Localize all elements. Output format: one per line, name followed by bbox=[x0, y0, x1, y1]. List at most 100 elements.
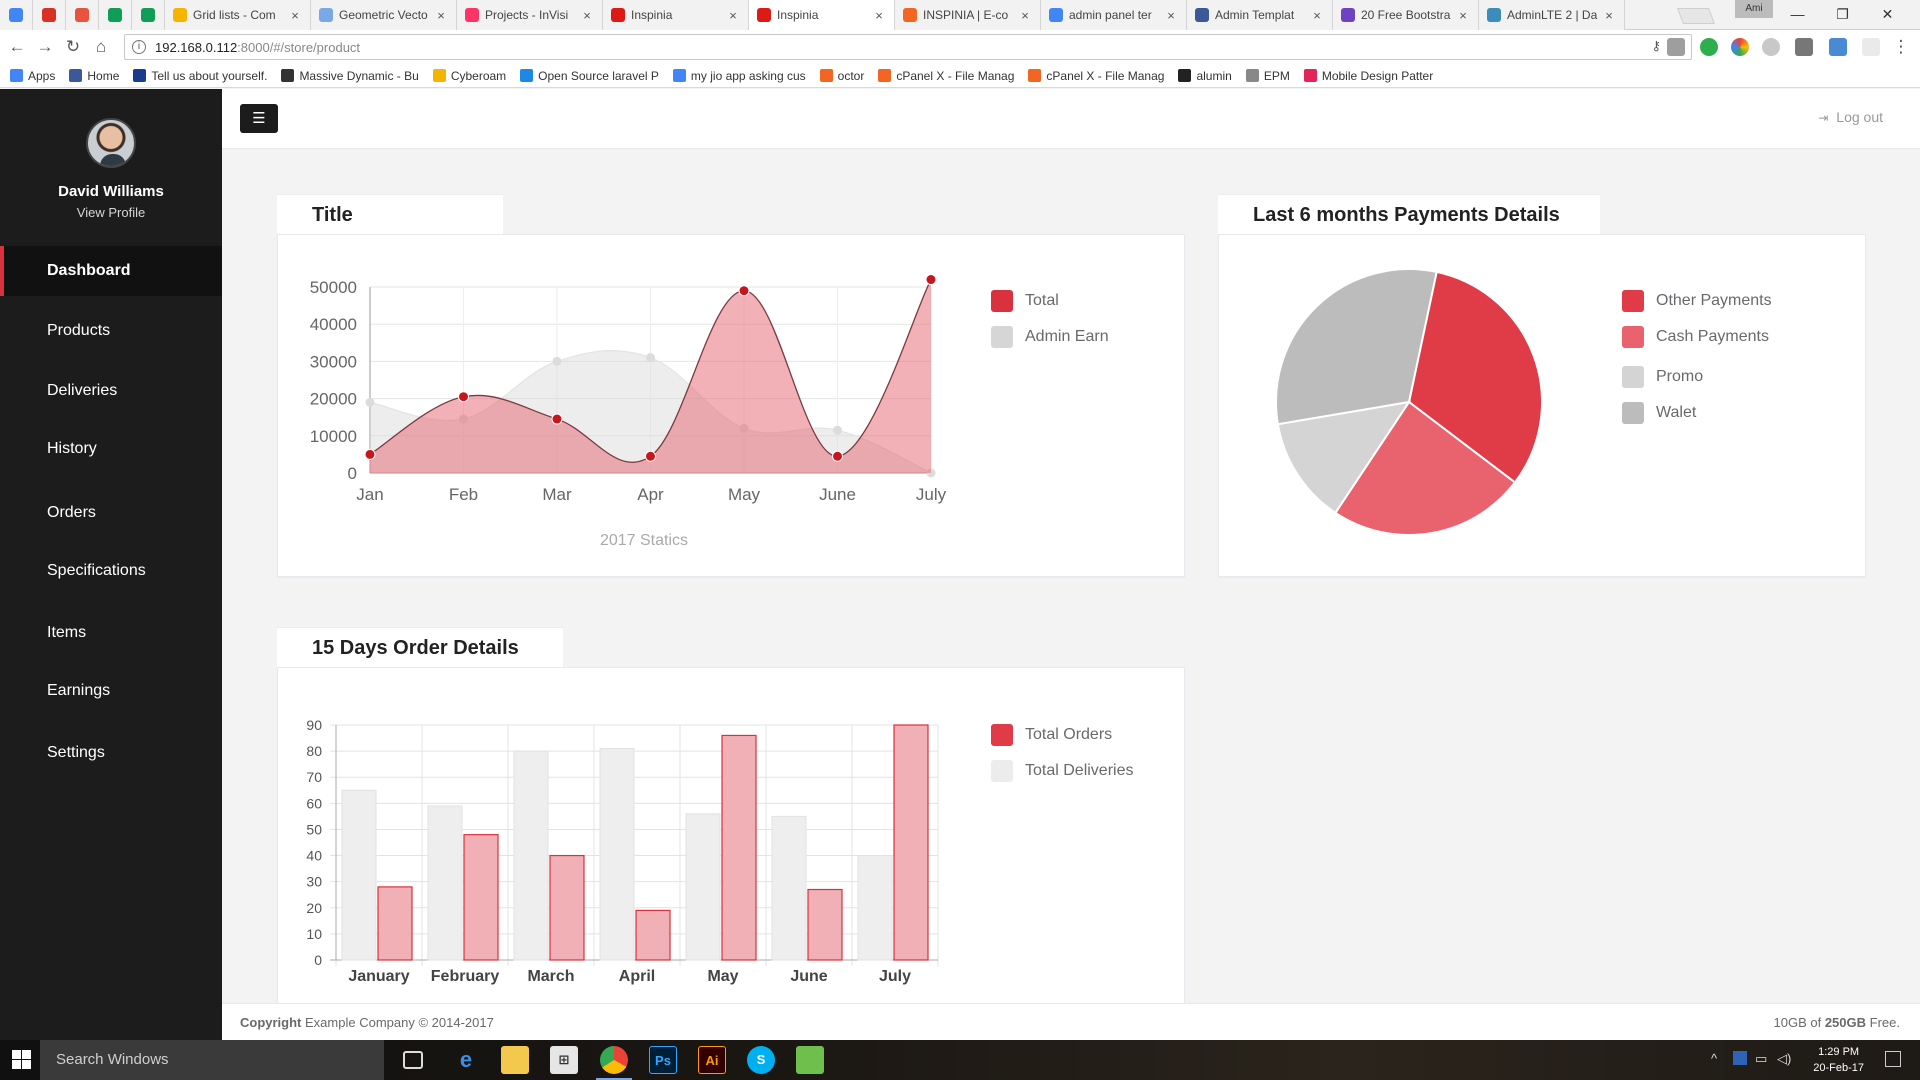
tab-close-icon[interactable]: × bbox=[726, 8, 740, 23]
view-profile-link[interactable]: View Profile bbox=[0, 205, 222, 220]
bookmark-favicon-icon bbox=[69, 69, 83, 82]
tab-close-icon[interactable]: × bbox=[580, 8, 594, 23]
minimize-icon[interactable]: — bbox=[1775, 0, 1820, 28]
bookmark-item[interactable]: alumin bbox=[1178, 69, 1232, 83]
area-legend-item[interactable]: Total bbox=[991, 290, 1059, 312]
bookmark-item[interactable]: my jio app asking cus bbox=[672, 69, 806, 83]
illustrator-icon[interactable]: Ai bbox=[698, 1046, 726, 1074]
url-input[interactable]: i 192.168.0.112:8000/#/store/product ⚷ ☆ bbox=[124, 34, 1692, 60]
sheets-app-icon[interactable] bbox=[796, 1046, 824, 1074]
browser-tab[interactable] bbox=[66, 0, 99, 30]
pie-legend-item[interactable]: Promo bbox=[1622, 366, 1703, 388]
skype-icon[interactable]: S bbox=[747, 1046, 775, 1074]
notifications-icon[interactable] bbox=[1885, 1051, 1901, 1067]
tab-close-icon[interactable]: × bbox=[1456, 8, 1470, 23]
browser-tab[interactable]: Geometric Vecto × bbox=[311, 0, 457, 30]
flag-tray-icon[interactable] bbox=[1733, 1051, 1747, 1065]
tab-close-icon[interactable]: × bbox=[434, 8, 448, 23]
forward-icon[interactable]: → bbox=[34, 36, 56, 58]
tab-close-icon[interactable]: × bbox=[1018, 8, 1032, 23]
tab-close-icon[interactable]: × bbox=[872, 8, 886, 23]
photoshop-icon[interactable]: Ps bbox=[649, 1046, 677, 1074]
store-icon[interactable]: ⊞ bbox=[550, 1046, 578, 1074]
menu-toggle-button[interactable]: ☰ bbox=[240, 104, 278, 133]
bookmark-item[interactable]: Massive Dynamic - Bu bbox=[281, 69, 419, 83]
bar-legend-item[interactable]: Total Deliveries bbox=[991, 760, 1133, 782]
pie-legend-item[interactable]: Cash Payments bbox=[1622, 326, 1769, 348]
bookmark-item[interactable]: Tell us about yourself. bbox=[133, 69, 267, 83]
edge-icon[interactable]: e bbox=[452, 1046, 480, 1074]
camera-extension-icon[interactable] bbox=[1667, 38, 1685, 56]
y-tick-label: 70 bbox=[306, 769, 322, 785]
close-window-icon[interactable]: ✕ bbox=[1865, 0, 1910, 28]
grammarly-extension-icon[interactable] bbox=[1700, 38, 1718, 56]
browser-tab[interactable]: admin panel ter × bbox=[1041, 0, 1187, 30]
tab-close-icon[interactable]: × bbox=[1310, 8, 1324, 23]
pie-legend-item[interactable]: Walet bbox=[1622, 402, 1696, 424]
avatar[interactable] bbox=[86, 118, 136, 168]
area-legend-item[interactable]: Admin Earn bbox=[991, 326, 1109, 348]
bookmark-item[interactable]: cPanel X - File Manag bbox=[1028, 69, 1164, 83]
clock[interactable]: 1:29 PM 20-Feb-17 bbox=[1813, 1044, 1864, 1076]
bar-legend-item[interactable]: Total Orders bbox=[991, 724, 1112, 746]
key-icon[interactable]: ⚷ bbox=[1651, 38, 1661, 54]
tray-expand-icon[interactable]: ^ bbox=[1711, 1051, 1717, 1066]
browser-tab[interactable]: Projects - InVisi × bbox=[457, 0, 603, 30]
browser-tab[interactable]: AdminLTE 2 | Da × bbox=[1479, 0, 1625, 30]
site-info-icon[interactable]: i bbox=[132, 40, 146, 54]
sidebar-item-deliveries[interactable]: Deliveries bbox=[0, 366, 222, 416]
file-explorer-icon[interactable] bbox=[501, 1046, 529, 1074]
network-icon[interactable]: ▭ bbox=[1755, 1051, 1767, 1067]
browser-tab[interactable]: Inspinia × bbox=[603, 0, 749, 30]
browser-tab[interactable]: INSPINIA | E-co × bbox=[895, 0, 1041, 30]
pie-legend-item[interactable]: Other Payments bbox=[1622, 290, 1772, 312]
browser-tab[interactable] bbox=[33, 0, 66, 30]
browser-tab[interactable] bbox=[132, 0, 165, 30]
task-view-icon[interactable] bbox=[403, 1051, 423, 1069]
chrome-icon[interactable] bbox=[600, 1046, 628, 1074]
blank-extension-icon[interactable] bbox=[1862, 38, 1880, 56]
bookmark-item[interactable]: EPM bbox=[1245, 69, 1290, 83]
back-icon[interactable]: ← bbox=[6, 36, 28, 58]
data-point bbox=[646, 353, 655, 363]
browser-tab[interactable]: Inspinia × bbox=[749, 0, 895, 30]
sidebar-item-history[interactable]: History bbox=[0, 424, 222, 474]
sidebar-item-dashboard[interactable]: Dashboard bbox=[0, 246, 222, 296]
cloud-extension-icon[interactable] bbox=[1762, 38, 1780, 56]
windows-search-input[interactable]: Search Windows bbox=[40, 1040, 384, 1080]
browser-tab[interactable] bbox=[0, 0, 33, 30]
tab-close-icon[interactable]: × bbox=[1602, 8, 1616, 23]
sidebar-item-products[interactable]: Products bbox=[0, 306, 222, 356]
sidebar-item-orders[interactable]: Orders bbox=[0, 488, 222, 538]
volume-icon[interactable]: ◁) bbox=[1777, 1051, 1791, 1067]
maximize-icon[interactable]: ❐ bbox=[1820, 0, 1865, 28]
tab-close-icon[interactable]: × bbox=[288, 8, 302, 23]
tab-close-icon[interactable]: × bbox=[1164, 8, 1178, 23]
bookmark-item[interactable]: Cyberoam bbox=[432, 69, 506, 83]
browser-tab[interactable]: 20 Free Bootstra × bbox=[1333, 0, 1479, 30]
reload-icon[interactable]: ↻ bbox=[62, 36, 84, 58]
logout-button[interactable]: ⇥ Log out bbox=[1818, 109, 1883, 125]
browser-tab[interactable]: Grid lists - Com × bbox=[165, 0, 311, 30]
sidebar-item-items[interactable]: Items bbox=[0, 608, 222, 658]
windows-start-icon[interactable] bbox=[12, 1050, 32, 1070]
off-extension-icon[interactable] bbox=[1795, 38, 1813, 56]
home-icon[interactable]: ⌂ bbox=[90, 36, 112, 58]
bookmark-item[interactable]: octor bbox=[819, 69, 864, 83]
browser-tab[interactable] bbox=[99, 0, 132, 30]
account-badge[interactable]: Ami bbox=[1735, 0, 1773, 18]
color-extension-icon[interactable] bbox=[1731, 38, 1749, 56]
sidebar-item-earnings[interactable]: Earnings bbox=[0, 666, 222, 716]
browser-tab[interactable]: Admin Templat × bbox=[1187, 0, 1333, 30]
bookmark-item[interactable]: Mobile Design Patter bbox=[1303, 69, 1433, 83]
bookmark-item[interactable]: Apps bbox=[10, 69, 55, 83]
tool-extension-icon[interactable] bbox=[1829, 38, 1847, 56]
bookmark-item[interactable]: cPanel X - File Manag bbox=[878, 69, 1014, 83]
new-tab-button[interactable] bbox=[1677, 8, 1715, 24]
bookmark-item[interactable]: Home bbox=[69, 69, 119, 83]
sidebar-item-settings[interactable]: Settings bbox=[0, 728, 222, 778]
sidebar-item-specifications[interactable]: Specifications bbox=[0, 546, 222, 596]
bookmark-item[interactable]: Open Source laravel P bbox=[520, 69, 659, 83]
y-tick-label: 0 bbox=[348, 464, 357, 483]
browser-menu-icon[interactable]: ⋮ bbox=[1890, 36, 1912, 58]
